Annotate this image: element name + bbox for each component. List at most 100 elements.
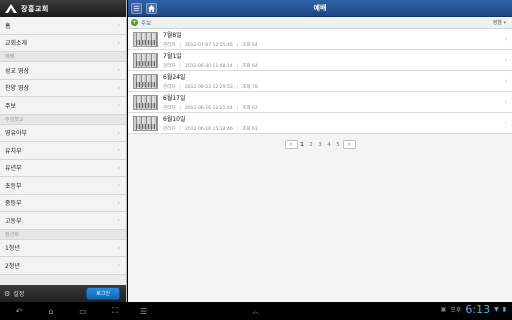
bulletin-thumbnail xyxy=(133,115,158,131)
chevron-right-icon: › xyxy=(504,119,507,127)
sidebar-item[interactable]: 고등부 › xyxy=(0,212,126,230)
chevron-right-icon: › xyxy=(117,38,120,47)
sidebar-item[interactable]: 영유아부 › xyxy=(0,124,126,142)
sidebar-item-label: 성교 영상 xyxy=(5,67,29,75)
clock-time: 6:13 xyxy=(465,303,491,316)
list-item[interactable]: 6월24일 관리자 | 2012-06-23 12:29:53 | 조회 78 › xyxy=(128,71,512,92)
chevron-right-icon: › xyxy=(117,163,120,172)
sidebar-item[interactable]: 성교 영상 › xyxy=(0,62,126,80)
sidebar-item-label: 영유아부 xyxy=(5,130,28,138)
screenshot-icon[interactable]: ⛶ xyxy=(108,306,122,316)
page-number[interactable]: 5 xyxy=(334,142,343,148)
chevron-right-icon: › xyxy=(117,181,120,190)
meta-separator: | xyxy=(179,43,181,48)
post-title: 6월24일 xyxy=(163,74,186,81)
sidebar-item[interactable]: 1청년 › xyxy=(0,239,126,257)
sidebar-title: 장흥교회 xyxy=(21,4,49,13)
home-nav-icon[interactable]: ⌂ xyxy=(44,307,58,316)
settings-button[interactable]: ⚙ 설정 xyxy=(4,289,24,299)
sidebar-section-header: 주일학교 xyxy=(0,114,126,125)
page-number[interactable]: 2 xyxy=(307,142,316,148)
chevron-right-icon: › xyxy=(117,83,120,92)
sort-label: 정렬 xyxy=(492,20,502,26)
post-title: 7월1일 xyxy=(163,53,182,60)
church-logo-icon xyxy=(5,4,17,14)
top-bar: ☰ 예배 xyxy=(128,0,512,17)
post-views: 조회 64 xyxy=(242,43,258,48)
post-title: 7월8일 xyxy=(163,32,182,39)
back-icon[interactable]: ↶ xyxy=(12,307,26,316)
post-views: 조회 78 xyxy=(242,85,258,90)
sidebar-item[interactable]: 홈 › xyxy=(0,17,126,35)
post-text: 6월17일 관리자 | 2012-06-16 12:25:44 | 조회 62 xyxy=(163,93,258,111)
post-meta: 관리자 | 2012-06-16 12:25:44 | 조회 62 xyxy=(163,105,258,111)
bulletin-thumbnail xyxy=(133,73,158,89)
post-date: 2012-07-07 12:55:46 xyxy=(184,43,233,48)
category-label: 주보 xyxy=(141,20,152,27)
home-icon xyxy=(148,5,155,12)
chevron-right-icon: › xyxy=(117,261,120,270)
chevron-right-icon: › xyxy=(117,198,120,207)
prev-page-button[interactable]: ‹ xyxy=(284,140,298,149)
sidebar-item[interactable]: 중등부 › xyxy=(0,194,126,212)
post-title: 6월10일 xyxy=(163,116,186,123)
post-date: 2012-06-30 11:48:14 xyxy=(184,64,233,69)
post-meta: 관리자 | 2012-06-23 12:29:53 | 조회 78 xyxy=(163,84,258,90)
post-text: 7월1일 관리자 | 2012-06-30 11:48:14 | 조회 64 xyxy=(163,51,258,69)
home-button[interactable] xyxy=(146,3,157,14)
pagination: ‹ 1 2 3 4 5 › xyxy=(128,140,512,149)
recent-apps-icon[interactable]: ▭ xyxy=(76,307,90,316)
status-area[interactable]: ▣ 오후 6:13 ▼ ▮ xyxy=(441,303,506,316)
menu-button[interactable]: ☰ xyxy=(131,3,142,14)
sidebar-item[interactable]: 유치부 › xyxy=(0,142,126,160)
sidebar-section-header: 청년회 xyxy=(0,229,126,240)
chevron-up-icon[interactable]: ︿ xyxy=(252,306,259,316)
meta-separator: | xyxy=(236,43,239,48)
sidebar-footer: ⚙ 설정 로그인 xyxy=(0,285,126,302)
login-button[interactable]: 로그인 xyxy=(86,287,120,300)
page-number[interactable]: 3 xyxy=(316,142,325,148)
overflow-menu-icon[interactable]: ☰ xyxy=(140,307,147,316)
sidebar-menu: 홈 › 교회소개 › 예배 성교 영상 › 찬양 영상 › 주보 › 주일학교 영유아부 › 유치부 › 유년부… xyxy=(0,17,126,285)
list-item[interactable]: 7월8일 관리자 | 2012-07-07 12:55:46 | 조회 64 › xyxy=(128,29,512,50)
chevron-right-icon: › xyxy=(117,66,120,75)
sidebar-header: 장흥교회 xyxy=(0,0,126,17)
meta-separator: | xyxy=(179,127,181,132)
post-meta: 관리자 | 2012-07-07 12:55:46 | 조회 64 xyxy=(163,42,258,48)
post-views: 조회 62 xyxy=(242,106,258,111)
sidebar-item[interactable]: 2청년 › xyxy=(0,257,126,275)
post-author: 관리자 xyxy=(163,106,176,111)
list-item[interactable]: 6월17일 관리자 | 2012-06-16 12:25:44 | 조회 62 › xyxy=(128,92,512,113)
list-item[interactable]: 6월10일 관리자 | 2012-06-10 15:12:46 | 조회 61 › xyxy=(128,113,512,134)
meta-separator: | xyxy=(179,64,181,69)
page-number[interactable]: 1 xyxy=(298,142,307,148)
chevron-right-icon: › xyxy=(117,128,120,137)
main-panel: ☰ 예배 + 주보 정렬 ▾ 7월8일 관리자 | 2012-07-07 12:55:… xyxy=(128,0,512,302)
sidebar-item[interactable]: 주보 › xyxy=(0,97,126,115)
bulletin-thumbnail xyxy=(133,52,158,68)
sidebar-item-label: 홈 xyxy=(5,22,11,30)
sidebar-item[interactable]: 유년부 › xyxy=(0,159,126,177)
clock-ampm: 오후 xyxy=(450,307,462,314)
sort-dropdown[interactable]: 정렬 ▾ xyxy=(493,19,506,26)
sidebar-item[interactable]: 초등부 › xyxy=(0,177,126,195)
post-date: 2012-06-23 12:29:53 xyxy=(184,85,233,90)
bulletin-thumbnail xyxy=(133,31,158,47)
post-views: 조회 61 xyxy=(242,127,258,132)
sidebar-item[interactable]: 찬양 영상 › xyxy=(0,79,126,97)
chevron-right-icon: › xyxy=(504,98,507,106)
wifi-icon: ▼ xyxy=(494,306,499,313)
hamburger-icon: ☰ xyxy=(133,4,140,13)
notification-icon: ▣ xyxy=(440,306,447,313)
page-number[interactable]: 4 xyxy=(325,142,334,148)
sidebar-item-label: 교회소개 xyxy=(5,40,28,48)
chevron-right-icon: › xyxy=(504,56,507,64)
sidebar-item[interactable]: 교회소개 › xyxy=(0,34,126,52)
post-author: 관리자 xyxy=(163,127,176,132)
next-page-button[interactable]: › xyxy=(342,140,356,149)
list-item[interactable]: 7월1일 관리자 | 2012-06-30 11:48:14 | 조회 64 › xyxy=(128,50,512,71)
category-bar: + 주보 정렬 ▾ xyxy=(128,17,512,29)
chevron-right-icon: › xyxy=(117,216,120,225)
sidebar: 장흥교회 홈 › 교회소개 › 예배 성교 영상 › 찬양 영상 › 주보 › 주일학교 영유아부 › 유치… xyxy=(0,0,127,302)
category-selector[interactable]: + 주보 xyxy=(131,19,151,27)
